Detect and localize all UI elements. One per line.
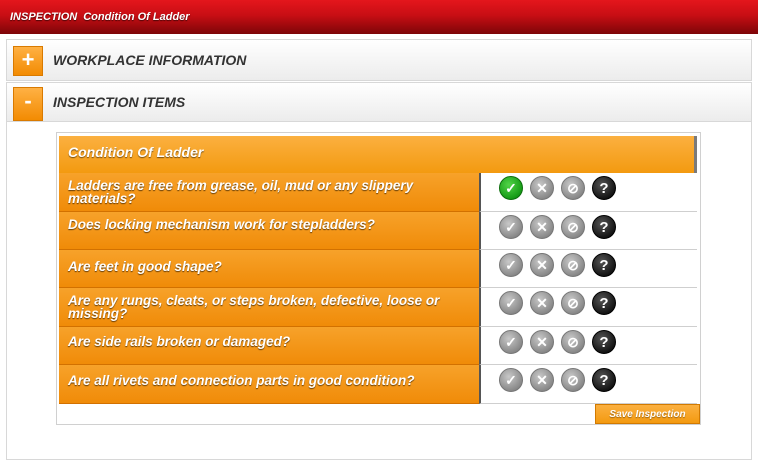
answer-cell: ✓ ✕ ⊘ ?: [479, 365, 697, 404]
section-workplace-information[interactable]: + WORKPLACE INFORMATION: [6, 39, 752, 81]
pass-check-icon[interactable]: ✓: [499, 176, 523, 200]
checklist-row: Are any rungs, cleats, or steps broken, …: [59, 288, 697, 327]
answer-cell: ✓ ✕ ⊘ ?: [479, 173, 697, 212]
pass-check-icon[interactable]: ✓: [499, 330, 523, 354]
not-applicable-icon[interactable]: ⊘: [561, 253, 585, 277]
expand-icon[interactable]: +: [13, 46, 43, 76]
section-label: WORKPLACE INFORMATION: [53, 52, 247, 68]
question-mark-icon[interactable]: ?: [592, 253, 616, 277]
fail-x-icon[interactable]: ✕: [530, 253, 554, 277]
not-applicable-icon[interactable]: ⊘: [561, 176, 585, 200]
question-mark-icon[interactable]: ?: [592, 330, 616, 354]
question-text: Are side rails broken or damaged?: [59, 327, 479, 365]
not-applicable-icon[interactable]: ⊘: [561, 330, 585, 354]
question-mark-icon[interactable]: ?: [592, 291, 616, 315]
not-applicable-icon[interactable]: ⊘: [561, 368, 585, 392]
question-text: Are any rungs, cleats, or steps broken, …: [59, 288, 479, 327]
question-text: Does locking mechanism work for stepladd…: [59, 212, 479, 250]
fail-x-icon[interactable]: ✕: [530, 368, 554, 392]
section-inspection-items[interactable]: - INSPECTION ITEMS: [6, 82, 752, 122]
checklist-row: Does locking mechanism work for stepladd…: [59, 212, 697, 250]
fail-x-icon[interactable]: ✕: [530, 330, 554, 354]
checklist-row: Ladders are free from grease, oil, mud o…: [59, 173, 697, 212]
save-inspection-button[interactable]: Save Inspection: [595, 404, 700, 424]
collapse-icon[interactable]: -: [13, 87, 43, 121]
pass-check-icon[interactable]: ✓: [499, 368, 523, 392]
fail-x-icon[interactable]: ✕: [530, 176, 554, 200]
answer-cell: ✓ ✕ ⊘ ?: [479, 250, 697, 288]
answer-cell: ✓ ✕ ⊘ ?: [479, 327, 697, 365]
pass-check-icon[interactable]: ✓: [499, 253, 523, 277]
question-mark-icon[interactable]: ?: [592, 176, 616, 200]
checklist-title: Condition Of Ladder: [59, 136, 697, 173]
question-text: Ladders are free from grease, oil, mud o…: [59, 173, 479, 212]
question-mark-icon[interactable]: ?: [592, 368, 616, 392]
section-label: INSPECTION ITEMS: [53, 94, 186, 110]
not-applicable-icon[interactable]: ⊘: [561, 291, 585, 315]
answer-cell: ✓ ✕ ⊘ ?: [479, 288, 697, 327]
answer-cell: ✓ ✕ ⊘ ?: [479, 212, 697, 250]
pass-check-icon[interactable]: ✓: [499, 291, 523, 315]
question-text: Are feet in good shape?: [59, 250, 479, 288]
question-mark-icon[interactable]: ?: [592, 215, 616, 239]
checklist-row: Are all rivets and connection parts in g…: [59, 365, 697, 404]
title-bar: INSPECTION Condition Of Ladder: [0, 0, 758, 34]
checklist-row: Are side rails broken or damaged? ✓ ✕ ⊘ …: [59, 327, 697, 365]
title-text: Condition Of Ladder: [83, 11, 190, 23]
title-prefix: INSPECTION: [10, 11, 78, 23]
not-applicable-icon[interactable]: ⊘: [561, 215, 585, 239]
checklist-row: Are feet in good shape? ✓ ✕ ⊘ ?: [59, 250, 697, 288]
fail-x-icon[interactable]: ✕: [530, 215, 554, 239]
fail-x-icon[interactable]: ✕: [530, 291, 554, 315]
pass-check-icon[interactable]: ✓: [499, 215, 523, 239]
question-text: Are all rivets and connection parts in g…: [59, 365, 479, 404]
